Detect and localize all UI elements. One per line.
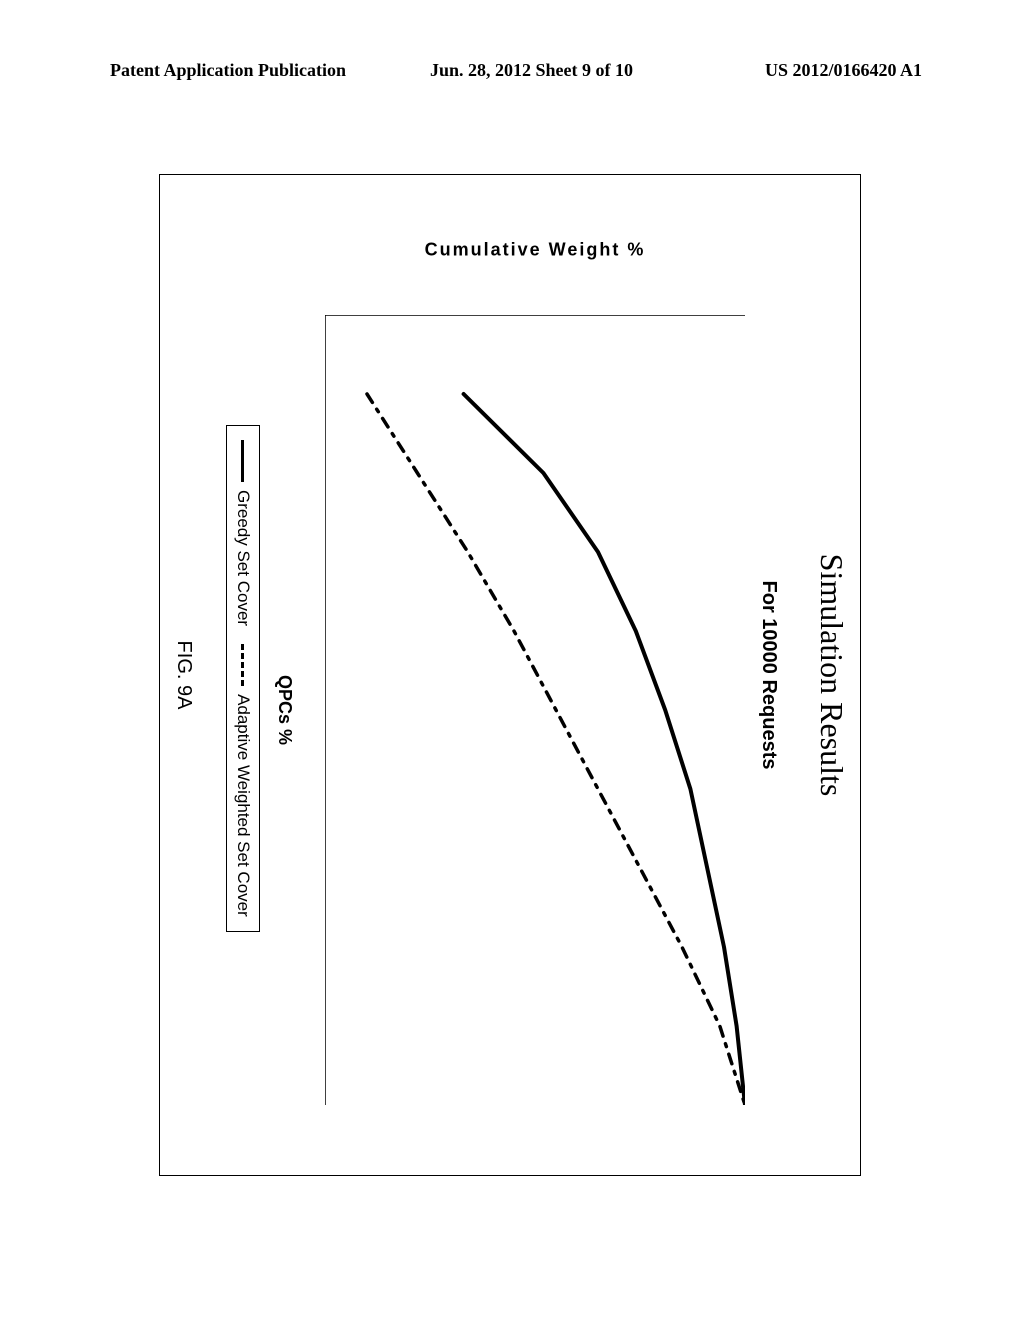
- header-right: US 2012/0166420 A1: [765, 60, 922, 81]
- figure-area: Simulation Results For 10000 Requests Cu…: [130, 150, 890, 1200]
- legend-item-greedy: Greedy Set Cover: [233, 440, 253, 626]
- chart-container: Simulation Results For 10000 Requests Cu…: [159, 174, 861, 1176]
- y-axis-label: Cumulative Weight %: [425, 240, 646, 261]
- legend-item-adaptive: Adaptive Weighted Set Cover: [233, 644, 253, 917]
- figure-label: FIG. 9A: [172, 641, 195, 710]
- legend: Greedy Set Cover Adaptive Weighted Set C…: [226, 425, 260, 932]
- series-adaptive: [367, 394, 745, 1105]
- chart-plot: 0102030405060708090100 01020304050607080…: [325, 315, 745, 1105]
- header-left: Patent Application Publication: [110, 60, 346, 81]
- legend-label-greedy: Greedy Set Cover: [233, 490, 253, 626]
- legend-swatch-solid-icon: [242, 440, 245, 482]
- chart-subtitle: For 10000 Requests: [757, 581, 780, 770]
- x-axis-label: QPCs %: [274, 315, 295, 1105]
- simulation-title: Simulation Results: [813, 554, 850, 797]
- header-center: Jun. 28, 2012 Sheet 9 of 10: [430, 60, 633, 81]
- axis-frame: [325, 315, 745, 1105]
- legend-swatch-dashed-icon: [242, 644, 245, 686]
- series-greedy: [464, 394, 745, 1105]
- legend-label-adaptive: Adaptive Weighted Set Cover: [233, 694, 253, 917]
